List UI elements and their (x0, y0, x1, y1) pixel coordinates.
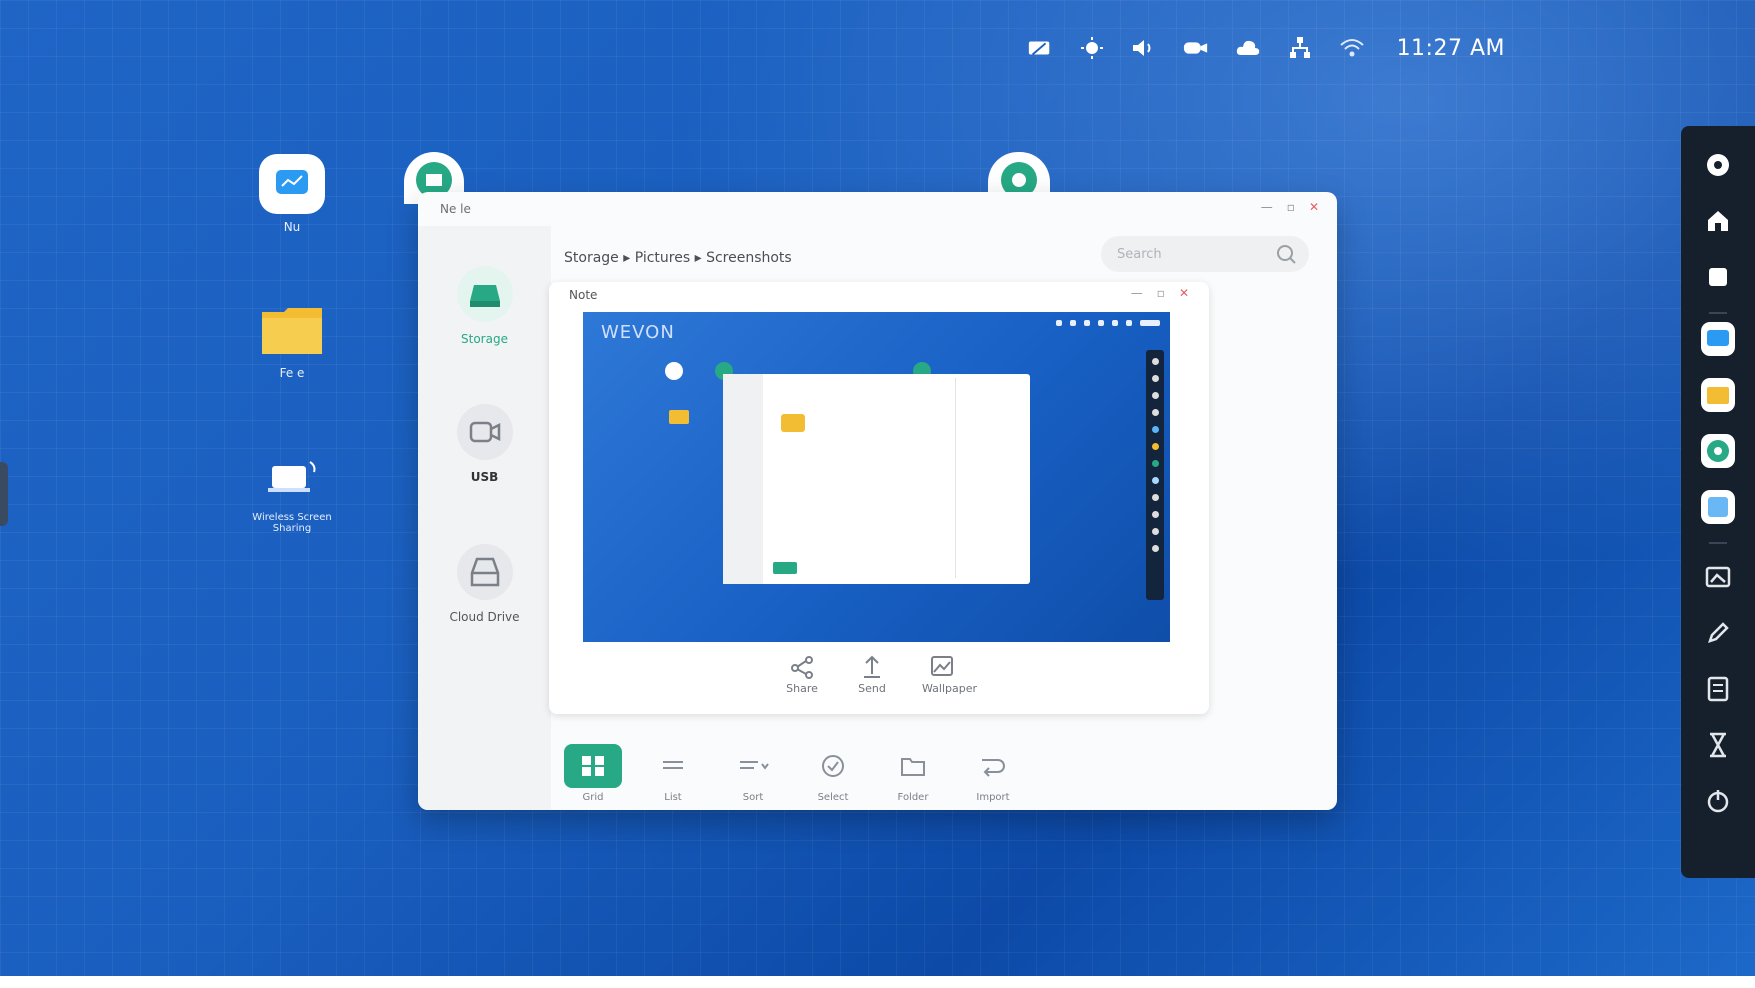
wallpaper-button[interactable]: Wallpaper (922, 652, 978, 695)
status-bar: 11:27 AM (1027, 32, 1505, 64)
desktop-icon-whiteboard[interactable]: Nu (232, 154, 352, 234)
notes-icon[interactable] (1699, 670, 1737, 708)
apps-icon[interactable] (1699, 488, 1737, 526)
sidebar-item-label: Cloud Drive (449, 610, 520, 624)
network-icon[interactable] (1287, 36, 1313, 60)
file-sidebar: Storage USB Cloud Drive (418, 226, 551, 810)
grid-view-button[interactable]: Grid (564, 744, 622, 803)
window-title: Ne le (440, 202, 471, 216)
preview-minimize-icon[interactable]: — (1131, 286, 1143, 300)
toolbar-label: Grid (582, 792, 604, 803)
window-controls: — ▫ ✕ (1261, 200, 1319, 214)
select-icon (804, 744, 862, 788)
import-button[interactable]: Import (964, 744, 1022, 803)
screenshot-app-icon (665, 362, 683, 380)
whiteboard-app-icon (259, 154, 325, 214)
wallpaper-icon (922, 652, 962, 682)
wifi-icon[interactable] (1339, 36, 1365, 60)
desktop-icon-label: Fe e (279, 366, 305, 380)
sort-icon (724, 744, 782, 788)
right-dock (1681, 126, 1755, 878)
search-input[interactable]: Search (1117, 247, 1162, 262)
power-icon[interactable] (1699, 782, 1737, 820)
action-label: Share (786, 682, 818, 695)
screenshot-window (723, 374, 1030, 584)
screenshot-icon[interactable] (1699, 558, 1737, 596)
desktop-icon-label: Wireless Screen Sharing (252, 512, 332, 534)
preview-maximize-icon[interactable]: ▫ (1157, 286, 1165, 300)
sidebar-item-storage[interactable]: Storage (418, 266, 551, 346)
desktop-background: 11:27 AM Nu Fe e Wireless Screen Sharing… (0, 0, 1755, 988)
storage-icon (456, 266, 513, 322)
toolbar-label: Sort (742, 792, 764, 803)
bottom-border (0, 976, 1755, 988)
sidebar-item-label: USB (470, 470, 499, 484)
clock: 11:27 AM (1396, 35, 1505, 61)
maximize-icon[interactable]: ▫ (1287, 200, 1295, 214)
desktop-icon-folder[interactable]: Fe e (232, 300, 352, 380)
search-icon[interactable] (1275, 243, 1297, 265)
cloud-icon[interactable] (1235, 36, 1261, 60)
screenshot-folder-icon (669, 410, 689, 424)
desktop-icon-label: Nu (283, 220, 301, 234)
send-button[interactable]: Send (852, 652, 892, 695)
list-icon (644, 744, 702, 788)
grid-icon (564, 744, 622, 788)
camera-icon[interactable] (1183, 36, 1209, 60)
screenshot-dock (1146, 350, 1164, 600)
dock-divider (1709, 312, 1727, 314)
folder-icon[interactable] (1699, 376, 1737, 414)
screenshot-status-icons (1056, 320, 1160, 326)
minimize-icon[interactable]: — (1261, 200, 1273, 214)
timer-icon[interactable] (1699, 726, 1737, 764)
screenshot-image[interactable]: WEVON (583, 312, 1170, 642)
new-folder-button[interactable]: Folder (884, 744, 942, 803)
screen-share-icon[interactable] (1027, 36, 1053, 60)
wireless-screen-app-icon (259, 446, 325, 506)
sidebar-item-label: Storage (461, 332, 508, 346)
preview-controls: — ▫ ✕ (1131, 286, 1189, 300)
brightness-icon[interactable] (1079, 36, 1105, 60)
folder-icon (884, 744, 942, 788)
toolbar-label: Import (976, 792, 1010, 803)
whiteboard-icon[interactable] (1699, 320, 1737, 358)
settings-icon[interactable] (1699, 146, 1737, 184)
image-preview-panel: Note — ▫ ✕ WEVON Share Send Wallpaper (549, 282, 1209, 714)
send-icon (852, 652, 892, 682)
recent-icon[interactable] (1699, 258, 1737, 296)
usb-icon (456, 404, 513, 460)
annotate-icon[interactable] (1699, 614, 1737, 652)
sidebar-item-usb[interactable]: USB (418, 404, 551, 484)
folder-app-icon (259, 300, 325, 360)
sort-button[interactable]: Sort (724, 744, 782, 803)
action-label: Wallpaper (922, 682, 978, 695)
desktop-icon-wireless-screen[interactable]: Wireless Screen Sharing (232, 446, 352, 534)
toolbar-label: Folder (897, 792, 929, 803)
action-label: Send (858, 682, 886, 695)
left-edge-handle[interactable] (0, 462, 8, 526)
volume-icon[interactable] (1131, 36, 1157, 60)
preview-close-icon[interactable]: ✕ (1179, 286, 1189, 300)
list-view-button[interactable]: List (644, 744, 702, 803)
preview-actions: Share Send Wallpaper (782, 652, 978, 695)
sidebar-item-cloud-drive[interactable]: Cloud Drive (418, 544, 551, 624)
breadcrumb[interactable]: Storage ▸ Pictures ▸ Screenshots (564, 250, 792, 266)
preview-title: Note (569, 288, 598, 302)
bottom-toolbar: Grid List Sort Select Folder Import (564, 744, 1022, 803)
file-manager-window: Ne le — ▫ ✕ Storage USB Cloud Drive Stor… (418, 192, 1337, 810)
close-icon[interactable]: ✕ (1309, 200, 1319, 214)
cloud-drive-icon (456, 544, 513, 600)
share-button[interactable]: Share (782, 652, 822, 695)
dock-divider (1709, 542, 1727, 544)
toolbar-label: List (664, 792, 682, 803)
browser-icon[interactable] (1699, 432, 1737, 470)
search-box[interactable]: Search (1101, 236, 1309, 272)
screenshot-logo: WEVON (601, 322, 675, 343)
toolbar-label: Select (817, 792, 849, 803)
home-icon[interactable] (1699, 202, 1737, 240)
share-icon (782, 652, 822, 682)
select-button[interactable]: Select (804, 744, 862, 803)
import-icon (964, 744, 1022, 788)
